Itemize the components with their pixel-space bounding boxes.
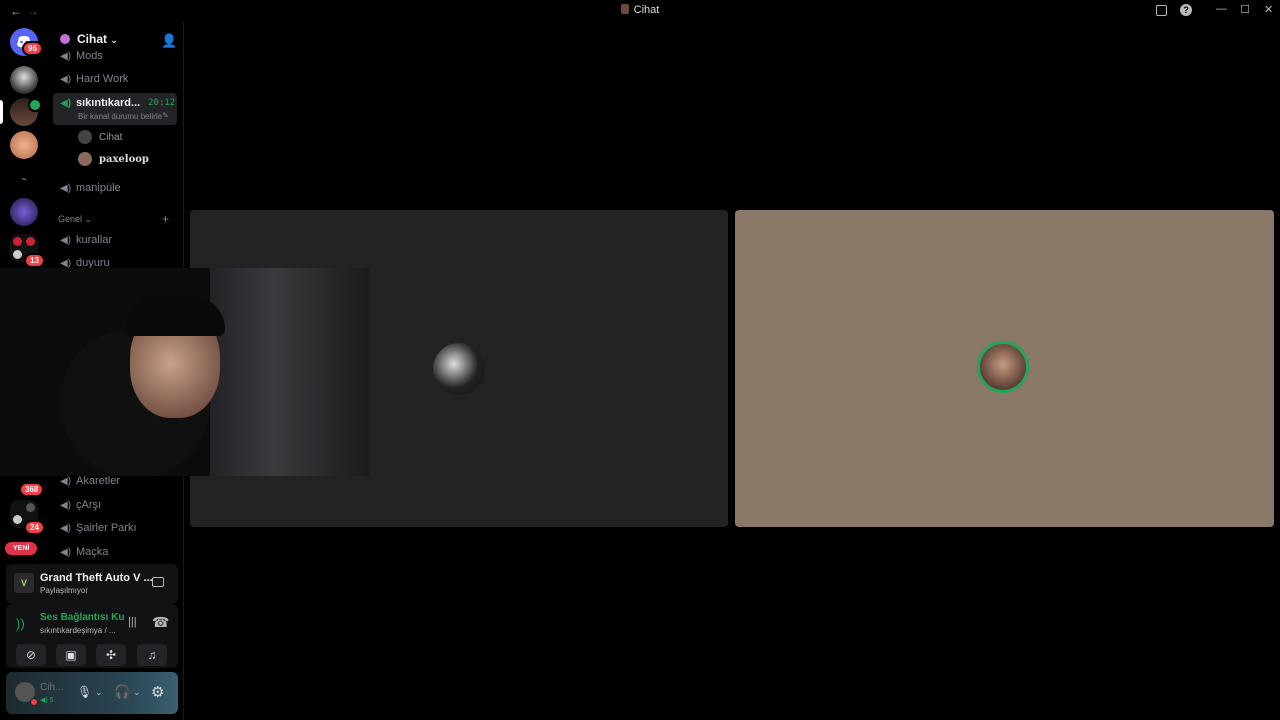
channel-label: Hard Work: [76, 73, 129, 85]
camera-off-button[interactable]: ⊘: [16, 644, 46, 666]
headphones-icon[interactable]: 🎧: [114, 684, 130, 700]
speaker-icon: ◀): [60, 523, 72, 534]
participant-avatar: [433, 343, 485, 395]
webcam-background: [210, 268, 370, 476]
guild-header[interactable]: Cihat ⌄: [77, 32, 118, 46]
noise-suppression-icon[interactable]: |||: [128, 616, 137, 628]
server-icon-3[interactable]: [10, 131, 38, 159]
channel-akaretler[interactable]: ◀) Akaretler: [60, 475, 120, 487]
speaker-icon: ◀): [60, 547, 72, 558]
title-bar: ← → Cihat ? — ☐ ✕: [0, 0, 1280, 22]
channel-label: Şairler Parkı: [76, 522, 137, 534]
window-title-text: Cihat: [633, 4, 660, 16]
speaker-icon: ◀): [60, 500, 72, 511]
user-panel: Cih... ◀) 5 🎙 ⌄ 🎧 ⌄ ⚙: [6, 672, 178, 714]
channel-sairler-parki[interactable]: ◀) Şairler Parkı: [60, 522, 137, 534]
close-button[interactable]: ✕: [1264, 3, 1273, 16]
server-badge: 13: [24, 253, 45, 268]
webcam-overlay: [0, 268, 370, 476]
channel-macka[interactable]: ◀) Maçka: [60, 546, 108, 558]
guild-icon: [60, 34, 70, 44]
screen-share-icon: ▣: [65, 648, 77, 662]
activities-button[interactable]: ✣: [96, 644, 126, 666]
speaker-icon: ◀): [60, 51, 72, 62]
channel-label: manipüle: [76, 182, 121, 194]
camera-off-icon: ⊘: [25, 648, 37, 662]
activity-panel: V Grand Theft Auto V ... Paylaşılmıyor: [6, 564, 178, 604]
user-name[interactable]: Cih...: [40, 682, 63, 693]
webcam-cap: [125, 296, 225, 336]
chevron-down-icon: ⌄: [110, 35, 118, 45]
category-label: Genel: [58, 214, 83, 224]
channel-label: çArşı: [76, 499, 102, 511]
user-voice-indicator: ◀) 5: [40, 697, 54, 704]
inbox-icon[interactable]: [1156, 5, 1167, 16]
status-dnd-icon: [30, 698, 38, 706]
pencil-icon[interactable]: ✎: [162, 111, 169, 120]
channel-kurallar[interactable]: ◀) kurallar: [60, 234, 112, 246]
disconnect-icon[interactable]: ☎: [152, 614, 169, 631]
channel-carsi[interactable]: ◀) çArşı: [60, 499, 101, 511]
category-header[interactable]: Genel ⌄: [58, 214, 92, 225]
microphone-icon[interactable]: 🎙: [77, 685, 92, 699]
speaker-icon: ◀): [60, 183, 72, 194]
minimize-button[interactable]: —: [1216, 3, 1227, 15]
user-avatar: [78, 152, 92, 166]
soundboard-button[interactable]: ♫: [137, 644, 167, 666]
channel-label: Akaretler: [76, 475, 121, 487]
maximize-button[interactable]: ☐: [1240, 3, 1250, 16]
user-sub: 5: [49, 697, 54, 704]
chevron-down-icon: ⌄: [84, 214, 93, 224]
server-icon-1[interactable]: [10, 66, 38, 94]
channel-active-name: ◀) sıkıntıkard...: [60, 97, 140, 109]
channel-hard-work[interactable]: ◀) Hard Work: [60, 73, 128, 85]
new-badge[interactable]: YENİ: [5, 542, 38, 555]
screen-share-icon[interactable]: [152, 577, 164, 587]
channel-mods[interactable]: ◀) Mods: [60, 50, 103, 62]
settings-gear-icon[interactable]: ⚙: [151, 683, 164, 701]
channel-label: Mods: [76, 50, 103, 62]
window-title: Cihat: [0, 4, 1280, 16]
server-icon-4[interactable]: ~: [10, 165, 38, 193]
server-icon-5[interactable]: [10, 198, 38, 226]
voice-status[interactable]: Ses Bağlantısı Ku: [40, 612, 124, 623]
user-avatar: [78, 130, 92, 144]
channel-status[interactable]: Bir kanal durumu belirle: [78, 112, 162, 121]
soundboard-icon: ♫: [147, 648, 157, 662]
chevron-down-icon[interactable]: ⌄: [95, 687, 103, 698]
app-favicon-icon: [620, 4, 629, 14]
speaker-icon: ◀): [60, 476, 72, 487]
server-badge-368: 368: [19, 482, 45, 497]
speaking-participant-avatar: [977, 341, 1029, 393]
active-server-indicator: [0, 100, 3, 124]
home-badge: 96: [22, 41, 43, 56]
channel-label: sıkıntıkard...: [76, 97, 141, 109]
voice-active-icon: [28, 98, 42, 112]
activities-icon: ✣: [105, 648, 117, 662]
add-channel-icon[interactable]: +: [162, 212, 169, 226]
channel-label: kurallar: [76, 234, 113, 246]
game-icon: V: [14, 573, 34, 593]
megaphone-icon: ◀): [60, 235, 72, 246]
voice-user-paxeloop[interactable]: paxeloop: [99, 154, 149, 165]
channel-label: Maçka: [76, 546, 109, 558]
channel-manipule[interactable]: ◀) manipüle: [60, 182, 121, 194]
voice-connection-panel: )) Ses Bağlantısı Ku sıkıntıkardeşimya /…: [6, 604, 178, 668]
add-user-icon[interactable]: 👤: [161, 33, 177, 49]
signal-icon[interactable]: )): [16, 616, 25, 631]
server-badge-24: 24: [24, 520, 45, 535]
activity-game-name: Grand Theft Auto V ...: [40, 572, 153, 584]
chevron-down-icon[interactable]: ⌄: [133, 687, 141, 698]
voice-timer: 20:12: [148, 98, 176, 108]
help-icon[interactable]: ?: [1180, 4, 1192, 16]
voice-user-cihat[interactable]: Cihat: [99, 132, 122, 143]
speaker-icon: ◀): [60, 98, 72, 109]
share-screen-button[interactable]: ▣: [56, 644, 86, 666]
guild-name: Cihat: [77, 32, 107, 46]
activity-status: Paylaşılmıyor: [40, 586, 89, 595]
megaphone-icon: ◀): [60, 258, 72, 269]
speaker-icon: ◀): [60, 74, 72, 85]
voice-channel-link[interactable]: sıkıntıkardeşimya / ...: [40, 626, 116, 635]
